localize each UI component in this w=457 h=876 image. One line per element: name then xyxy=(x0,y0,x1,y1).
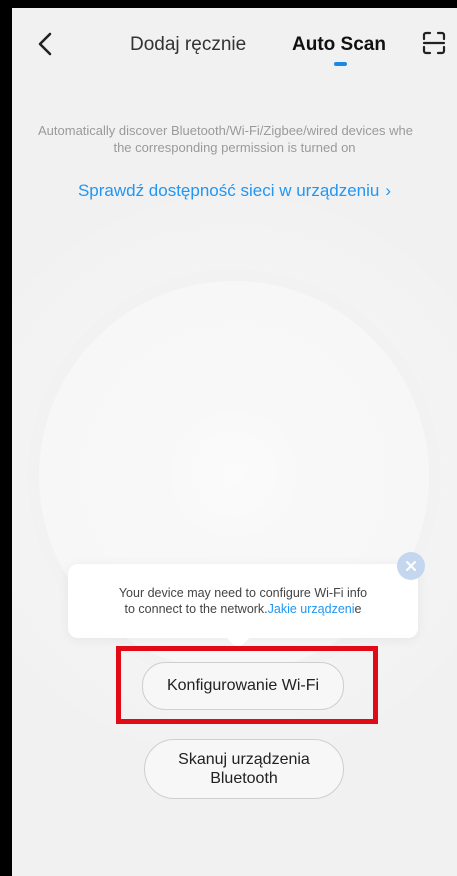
app-screen: Dodaj ręcznie Auto Scan Automatically di… xyxy=(12,8,457,876)
chevron-right-icon: › xyxy=(385,181,392,200)
description-line-2: the corresponding permission is turned o… xyxy=(113,140,356,155)
configure-wifi-button[interactable]: Konfigurowanie Wi-Fi xyxy=(142,662,344,710)
which-device-link[interactable]: Jakie urządzeni xyxy=(268,602,355,616)
description-line-1: Automatically discover Bluetooth/Wi-Fi/Z… xyxy=(38,123,413,138)
back-icon[interactable] xyxy=(34,30,58,58)
tab-auto-scan[interactable]: Auto Scan xyxy=(292,34,386,56)
radar-ring-inner xyxy=(164,404,304,544)
check-network-link[interactable]: Sprawdź dostępność sieci w urządzeniu › xyxy=(12,181,457,201)
scan-frame-icon[interactable] xyxy=(421,30,447,56)
active-tab-indicator xyxy=(334,62,347,66)
close-icon[interactable] xyxy=(397,552,425,580)
top-bar: Dodaj ręcznie Auto Scan xyxy=(12,8,457,78)
popup-text-line-2: to connect to the network. xyxy=(124,602,268,616)
check-network-label: Sprawdź dostępność sieci w urządzeniu xyxy=(77,181,380,200)
scan-bluetooth-button[interactable]: Skanuj urządzenia Bluetooth xyxy=(144,739,344,799)
popup-text-tail: e xyxy=(354,602,362,616)
tab-add-manually[interactable]: Dodaj ręcznie xyxy=(130,34,246,56)
auto-scan-description: Automatically discover Bluetooth/Wi-Fi/Z… xyxy=(12,122,457,156)
popup-message: Your device may need to configure Wi-Fi … xyxy=(68,585,418,617)
popup-text-line-1: Your device may need to configure Wi-Fi … xyxy=(118,586,368,600)
wifi-tip-popup: Your device may need to configure Wi-Fi … xyxy=(68,564,418,650)
